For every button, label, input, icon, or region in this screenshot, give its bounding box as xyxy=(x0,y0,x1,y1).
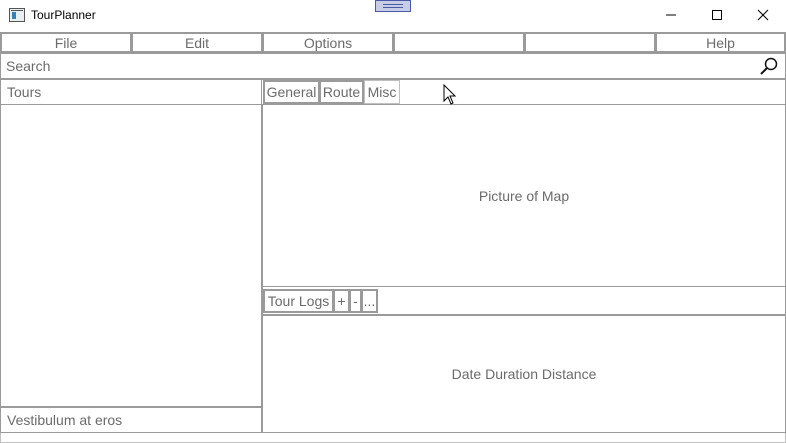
tab-misc[interactable]: Misc xyxy=(364,80,400,104)
tab-general[interactable]: General xyxy=(263,80,320,104)
drag-handle[interactable] xyxy=(375,0,411,12)
menu-options[interactable]: Options xyxy=(262,32,394,53)
search-icon[interactable] xyxy=(758,56,780,76)
add-log-button[interactable]: + xyxy=(333,289,350,313)
minimize-button[interactable] xyxy=(648,0,694,30)
maximize-button[interactable] xyxy=(694,0,740,30)
map-placeholder-text: Picture of Map xyxy=(478,187,570,204)
map-picture: Picture of Map xyxy=(262,105,786,287)
tour-logs-label[interactable]: Tour Logs xyxy=(263,289,334,313)
more-log-button[interactable]: ... xyxy=(361,289,378,313)
status-bar xyxy=(0,433,786,443)
menu-empty-1[interactable] xyxy=(393,32,525,53)
tours-list[interactable] xyxy=(0,105,262,407)
mouse-cursor-icon xyxy=(443,84,457,105)
tour-list-item[interactable]: Vestibulum at eros xyxy=(0,407,262,433)
window-title: TourPlanner xyxy=(31,8,96,22)
close-icon xyxy=(757,9,769,21)
app-icon xyxy=(9,8,25,22)
menu-edit[interactable]: Edit xyxy=(131,32,263,53)
tour-logs-table: Date Duration Distance xyxy=(262,315,786,433)
menu-empty-2[interactable] xyxy=(524,32,656,53)
search-input[interactable] xyxy=(2,54,752,78)
menu-file[interactable]: File xyxy=(0,32,132,53)
logs-columns-text: Date Duration Distance xyxy=(451,366,597,382)
tours-header: Tours xyxy=(0,79,262,105)
tab-route[interactable]: Route xyxy=(319,80,364,104)
menu-help[interactable]: Help xyxy=(655,32,786,53)
maximize-icon xyxy=(712,10,722,20)
minimize-icon xyxy=(666,14,676,16)
close-button[interactable] xyxy=(740,0,786,30)
